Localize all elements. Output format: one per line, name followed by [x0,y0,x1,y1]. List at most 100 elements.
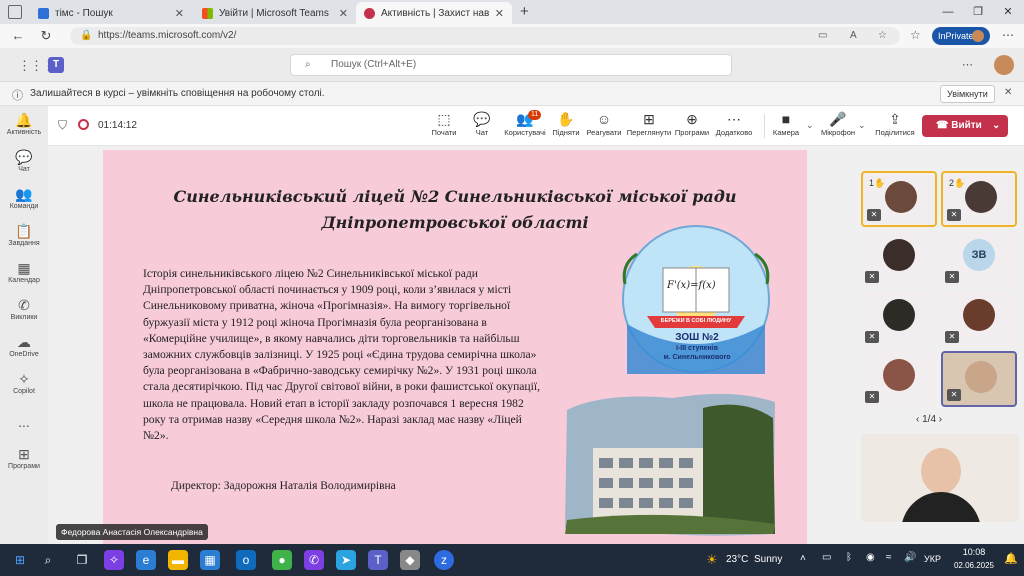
search-input[interactable]: ⌕ Пошук (Ctrl+Alt+E) [290,54,732,76]
close-tab-icon[interactable]: ✕ [339,7,348,20]
notification-bar: ⓘ Залишайтеся в курсі – увімкніть сповіщ… [0,82,1024,106]
clock-date[interactable]: 02.06.2025 [948,561,1000,570]
share-screen-button[interactable]: ⇪ Поділитися [872,110,918,137]
app-icon[interactable]: ◆ [400,550,420,570]
meeting-timer: 01:14:12 [98,120,137,131]
read-aloud-icon[interactable]: A [850,27,857,45]
app-available-icon[interactable]: ▭ [818,27,827,45]
windows-start-icon[interactable]: ⊞ [10,550,30,570]
browser-tab-bar: тімс - Пошук ✕ Увійти | Microsoft Teams … [0,0,1024,24]
plus-icon[interactable]: + [520,3,529,20]
people-button[interactable]: 👥 Користувачі 11 [502,110,548,137]
profile-avatar[interactable] [972,30,984,42]
bluetooth-icon[interactable]: ᛒ [846,552,852,563]
emblem-level: І-ІІІ ступенів [675,345,719,352]
minimize-icon[interactable]: — [934,3,962,21]
rail-item-assignments[interactable]: 📋 Завдання [0,223,48,247]
rail-item-chat[interactable]: 💬 Чат [0,149,48,173]
close-tab-icon[interactable]: ✕ [175,7,184,20]
participant-tile[interactable]: ✕ [861,231,937,287]
teams-icon[interactable]: T [368,550,388,570]
close-icon[interactable]: ✕ [1004,87,1012,98]
school-emblem: F'(x)=f(x) БЕРЕЖИ В СОБІ ЛЮДИНУ ЗОШ №2 І… [617,224,775,374]
address-bar: ← ↻ 🔒 https://teams.microsoft.com/v2/ ▭ … [0,24,1024,48]
wifi-icon[interactable]: ≈ [886,552,892,563]
task-view-icon[interactable]: ❐ [72,550,92,570]
rail-item-teams[interactable]: 👥 Команди [0,186,48,210]
browser-tab[interactable]: Увійти | Microsoft Teams ✕ [194,2,356,24]
network-icon[interactable]: ▭ [822,552,831,563]
participant-tile[interactable]: 2✋ ✕ [941,171,1017,227]
shield-icon[interactable]: ⛉ [58,118,67,133]
chevron-down-icon[interactable]: ⌄ [992,115,1000,137]
maximize-icon[interactable]: ❐ [964,3,992,21]
more-icon[interactable]: ⋯ [962,58,973,71]
telegram-icon[interactable]: ➤ [336,550,356,570]
green-app-icon[interactable]: ● [272,550,292,570]
self-video-body [901,492,981,522]
back-icon[interactable]: ← [8,27,28,45]
favorites-icon[interactable]: ☆ [910,28,921,42]
participant-video [883,359,915,391]
user-avatar[interactable] [994,55,1014,75]
language-indicator[interactable]: УКР [924,554,941,564]
favorite-star-icon[interactable]: ☆ [878,27,887,45]
refresh-icon[interactable]: ↻ [36,27,56,45]
url-field[interactable]: 🔒 https://teams.microsoft.com/v2/ ▭ A ☆ [70,27,900,45]
rail-item-onedrive[interactable]: ☁ OneDrive [0,334,48,358]
copilot-icon[interactable]: ✧ [104,550,124,570]
microphone-button[interactable]: 🎤 Мікрофон [816,110,860,137]
browser-tab-active[interactable]: Активність | Захист навчальн ✕ [356,2,512,24]
react-button[interactable]: ☺ Реагувати [582,110,626,137]
raised-hand-icon: 2✋ [949,178,966,188]
file-explorer-icon[interactable]: ▬ [168,550,188,570]
more-icon[interactable]: ⋯ [1002,28,1014,42]
clock-time[interactable]: 10:08 [954,547,994,557]
outlook-icon[interactable]: o [236,550,256,570]
notifications-bell-icon[interactable]: 🔔 [1004,552,1018,565]
rail-item-calendar[interactable]: ▦ Календар [0,260,48,284]
tab-actions-icon[interactable] [8,5,22,19]
more-icon: ... [18,414,30,430]
rail-item-more[interactable]: ... [0,414,48,431]
chevron-right-icon[interactable]: › [939,414,942,425]
microphone-off-icon: ✕ [947,389,961,401]
more-button[interactable]: ⋯ Додатково [712,110,756,137]
view-icon: ⊞ [643,111,655,127]
self-video-tile[interactable] [861,434,1019,522]
chevron-down-icon[interactable]: ⌄ [858,120,866,131]
edge-icon[interactable]: e [136,550,156,570]
tray-app-icon[interactable]: ◉ [866,552,875,563]
volume-icon[interactable]: 🔊 [904,552,916,563]
search-icon[interactable]: ⌕ [38,550,58,570]
viber-icon[interactable]: ✆ [304,550,324,570]
participant-tile-speaking[interactable]: ✕ [941,351,1017,407]
sun-icon: ☀ [706,552,718,567]
leave-button[interactable]: ☎ Вийти ⌄ [922,115,1008,137]
share-screen-icon: ⇪ [889,111,901,127]
participant-tile[interactable]: ✕ [861,291,937,347]
rail-item-activity[interactable]: 🔔 Активність [0,112,48,136]
participant-tile[interactable]: ЗВ ✕ [941,231,1017,287]
rail-item-apps[interactable]: ⊞ Програми [0,446,48,470]
store-icon[interactable]: ▦ [200,550,220,570]
chat-button[interactable]: 💬 Чат [460,110,504,137]
tab-title: тімс - Пошук [55,7,113,19]
participant-tile[interactable]: ✕ [861,351,937,407]
rail-item-copilot[interactable]: ✧ Copilot [0,371,48,395]
close-window-icon[interactable]: ✕ [994,3,1022,21]
rail-item-calls[interactable]: ✆ Виклики [0,297,48,321]
chevron-down-icon[interactable]: ⌄ [806,120,814,131]
close-tab-icon[interactable]: ✕ [495,7,504,20]
participant-tile[interactable]: ✕ [941,291,1017,347]
camera-button[interactable]: ■ Камера [764,110,808,137]
enable-notifications-button[interactable]: Увімкнути [940,85,995,103]
browser-tab[interactable]: тімс - Пошук ✕ [30,2,192,24]
chevron-up-icon[interactable]: ˄ [800,553,806,564]
zoom-icon[interactable]: z [434,550,454,570]
view-button[interactable]: ⊞ Переглянути [624,110,674,137]
recording-favicon-icon [364,7,375,19]
participant-tile[interactable]: 1✋ ✕ [861,171,937,227]
search-placeholder: Пошук (Ctrl+Alt+E) [331,59,417,70]
apps-button[interactable]: ⊕ Програми [670,110,714,137]
